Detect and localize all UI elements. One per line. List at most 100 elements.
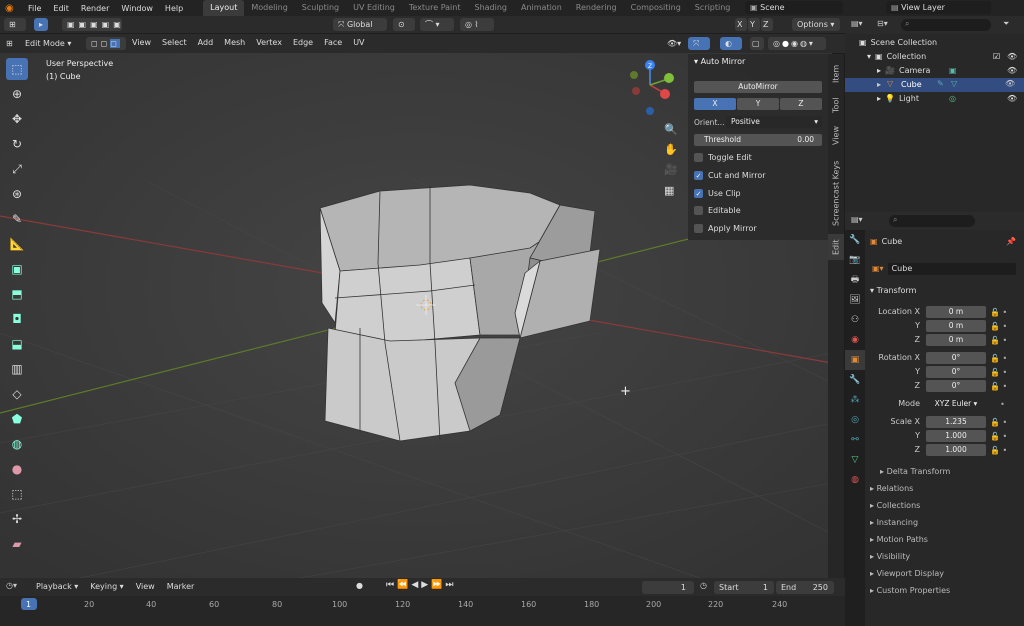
menu-uv[interactable]: UV [353, 38, 364, 47]
tab-layout[interactable]: Layout [203, 0, 245, 16]
select-box-tool-icon[interactable]: ⬚ [6, 58, 28, 80]
eye-icon[interactable]: 👁 [1007, 52, 1017, 61]
tool-tab-icon[interactable]: 🔧 [845, 230, 865, 250]
constraints-tab-icon[interactable]: ⚯ [845, 430, 865, 450]
object-name-field[interactable]: ▣▾ Cube [872, 262, 1016, 275]
extrude-tool-icon[interactable]: ⬒ [6, 283, 28, 305]
active-tool-icon[interactable]: ▸ [34, 18, 48, 31]
current-frame-field[interactable]: 1 [642, 581, 694, 594]
use-clip-checkbox[interactable]: ✓ Use Clip [694, 189, 741, 198]
outliner-search-input[interactable]: ⌕ [901, 19, 991, 31]
tab-sculpting[interactable]: Sculpting [295, 0, 346, 16]
move-tool-icon[interactable]: ✥ [6, 108, 28, 130]
menu-edge[interactable]: Edge [293, 38, 313, 47]
bevel-tool-icon[interactable]: ⬓ [6, 333, 28, 355]
menu-help[interactable]: Help [159, 4, 189, 13]
loop-cut-tool-icon[interactable]: ▥ [6, 358, 28, 380]
scale-tool-icon[interactable]: ⤢ [6, 158, 28, 180]
clock-icon[interactable]: ◷ [700, 581, 707, 590]
lock-icon[interactable]: 🔓 • [990, 306, 1020, 320]
play-reverse-icon[interactable]: ◀ [411, 580, 418, 590]
rotation-x-field[interactable]: 0° [926, 352, 986, 364]
tab-compositing[interactable]: Compositing [624, 0, 688, 16]
apply-mirror-checkbox[interactable]: Apply Mirror [694, 224, 757, 233]
tab-view[interactable]: View [828, 122, 844, 150]
section-instancing[interactable]: ▸ Instancing [870, 515, 1020, 530]
knife-tool-icon[interactable]: ◇ [6, 383, 28, 405]
orient-dropdown[interactable]: Positive ▾ [726, 116, 822, 128]
axis-x-button[interactable]: X [694, 98, 736, 110]
lock-icon[interactable]: 🔓 • [990, 416, 1020, 430]
rotation-mode-dropdown[interactable]: XYZ Euler ▾ [926, 398, 986, 410]
object-tab-icon[interactable]: ▣ [845, 350, 865, 370]
menu-select[interactable]: Select [162, 38, 187, 47]
blender-logo-icon[interactable]: ◉ [5, 3, 14, 14]
timeline-editor-icon[interactable]: ◷▾ [6, 581, 17, 590]
tab-item[interactable]: Item [828, 60, 844, 88]
tab-animation[interactable]: Animation [514, 0, 569, 16]
annotate-tool-icon[interactable]: ✎ [6, 208, 28, 230]
menu-window[interactable]: Window [115, 4, 159, 13]
smooth-tool-icon[interactable]: ● [6, 458, 28, 480]
lock-icon[interactable]: 🔓 • [990, 366, 1020, 380]
automirror-button[interactable]: AutoMirror [694, 81, 822, 93]
axis-z-button[interactable]: Z [780, 98, 822, 110]
camera-view-icon[interactable]: 🎥 [664, 163, 678, 176]
scale-z-field[interactable]: 1.000 [926, 444, 986, 456]
rotation-y-field[interactable]: 0° [926, 366, 986, 378]
section-visibility[interactable]: ▸ Visibility [870, 549, 1020, 564]
view-layer-tab-icon[interactable]: 🖼 [845, 290, 865, 310]
measure-tool-icon[interactable]: 📐 [6, 233, 28, 255]
data-tab-icon[interactable]: ▽ [845, 450, 865, 470]
cut-and-mirror-checkbox[interactable]: ✓ Cut and Mirror [694, 171, 766, 180]
lock-icon[interactable]: 🔓 • [990, 334, 1020, 348]
tree-camera[interactable]: ▸ 🎥 Camera ▣ 👁 [877, 66, 1017, 75]
lock-icon[interactable]: 🔓 • [990, 380, 1020, 394]
location-z-field[interactable]: 0 m [926, 334, 986, 346]
prev-keyframe-icon[interactable]: ⏪ [397, 580, 408, 590]
section-relations[interactable]: ▸ Relations [870, 481, 1020, 496]
threshold-field[interactable]: Threshold 0.00 [694, 134, 822, 146]
location-x-field[interactable]: 0 m [926, 306, 986, 318]
inset-tool-icon[interactable]: ◘ [6, 308, 28, 330]
menu-marker[interactable]: Marker [167, 582, 195, 591]
edge-slide-tool-icon[interactable]: ⬚ [6, 483, 28, 505]
tree-light[interactable]: ▸ 💡 Light ◎ 👁 [877, 94, 1017, 103]
zoom-icon[interactable]: 🔍 [664, 123, 678, 136]
mirror-axis-x[interactable]: X [735, 18, 747, 31]
mirror-axis-z[interactable]: Z [761, 18, 773, 31]
editor-type-icon[interactable]: ⊞ [4, 37, 18, 50]
menu-vertex[interactable]: Vertex [256, 38, 282, 47]
spin-tool-icon[interactable]: ◍ [6, 433, 28, 455]
tab-texture-paint[interactable]: Texture Paint [402, 0, 468, 16]
menu-keying[interactable]: Keying ▾ [90, 582, 123, 591]
menu-view[interactable]: View [132, 38, 151, 47]
ortho-grid-icon[interactable]: ▦ [664, 184, 674, 197]
editable-checkbox[interactable]: Editable [694, 206, 741, 215]
add-cube-tool-icon[interactable]: ▣ [6, 258, 28, 280]
section-collections[interactable]: ▸ Collections [870, 498, 1020, 513]
shear-tool-icon[interactable]: ▰ [6, 533, 28, 555]
pivot-dropdown[interactable]: ⊙ [393, 18, 415, 31]
physics-tab-icon[interactable]: ◎ [845, 410, 865, 430]
scene-selector[interactable]: ▣ Scene [745, 1, 843, 14]
menu-edit[interactable]: Edit [47, 4, 75, 13]
menu-face[interactable]: Face [324, 38, 342, 47]
rotate-tool-icon[interactable]: ↻ [6, 133, 28, 155]
snap-toggle[interactable]: ⌒ ▾ [420, 18, 454, 31]
eye-icon[interactable]: 👁 [1007, 66, 1017, 75]
section-custom-properties[interactable]: ▸ Custom Properties [870, 583, 1020, 598]
play-icon[interactable]: ▶ [421, 580, 428, 590]
select-mode-group[interactable]: ▣▣▣▣▣ [62, 18, 122, 31]
pan-hand-icon[interactable]: ✋ [664, 143, 678, 156]
axis-y-button[interactable]: Y [737, 98, 779, 110]
poly-build-tool-icon[interactable]: ⬟ [6, 408, 28, 430]
location-y-field[interactable]: 0 m [926, 320, 986, 332]
tree-cube[interactable]: ▸ ▽ Cube ✎ ▽ 👁 [845, 78, 1024, 92]
view-layer-selector[interactable]: ▤ View Layer [886, 1, 991, 14]
render-tab-icon[interactable]: 📷 [845, 250, 865, 270]
tree-collection[interactable]: ▾ ▣ Collection ☑ 👁 [867, 52, 1017, 61]
scene-tab-icon[interactable]: ⚇ [845, 310, 865, 330]
eye-icon[interactable]: 👁 [1005, 79, 1015, 88]
scale-y-field[interactable]: 1.000 [926, 430, 986, 442]
